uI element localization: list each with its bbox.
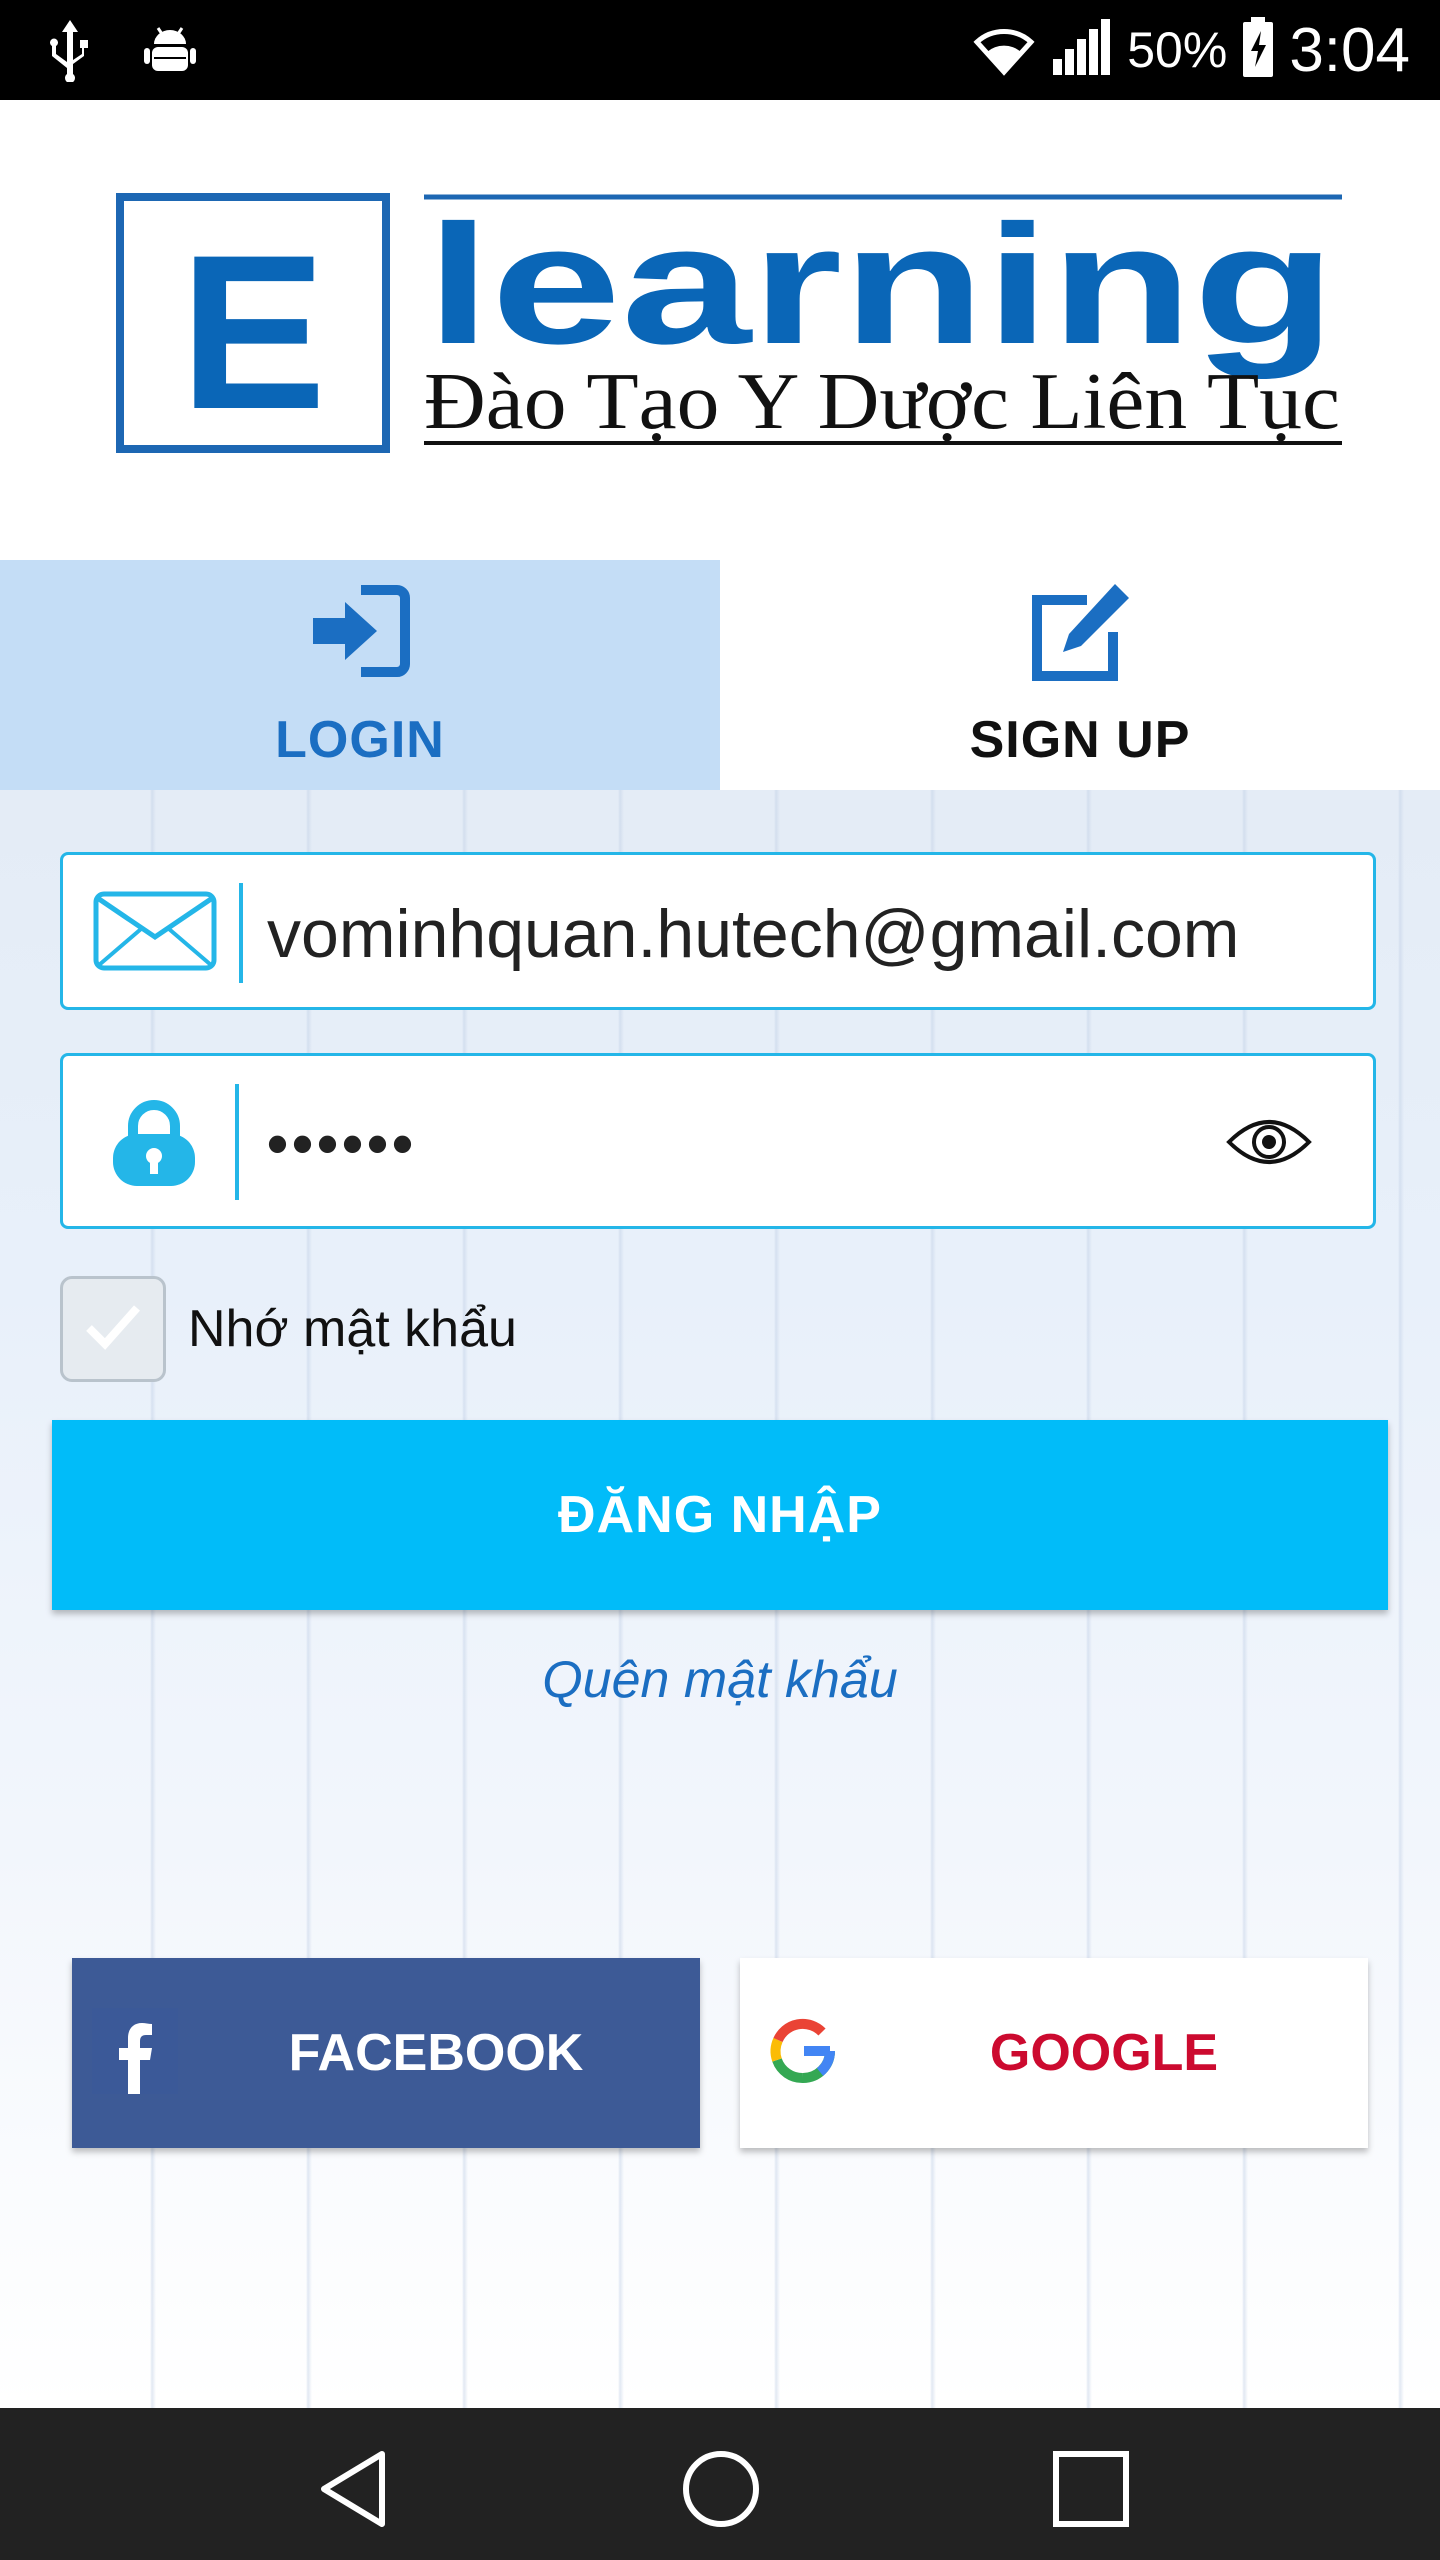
logo-letter: E — [180, 209, 327, 455]
nav-bar — [0, 2408, 1440, 2560]
email-field — [60, 852, 1376, 1010]
remember-label: Nhớ mật khẩu — [188, 1300, 517, 1358]
signal-icon — [1051, 18, 1113, 82]
usb-icon — [48, 18, 92, 87]
android-debug-icon — [140, 20, 200, 85]
remember-row: Nhớ mật khẩu — [60, 1274, 517, 1384]
edit-icon — [1025, 578, 1135, 688]
lock-icon — [109, 1098, 199, 1193]
email-input[interactable] — [265, 883, 1349, 985]
email-divider — [239, 883, 243, 983]
login-button[interactable]: ĐĂNG NHẬP — [52, 1420, 1388, 1610]
auth-tabs: LOGIN SIGN UP — [0, 560, 1440, 790]
envelope-icon — [93, 891, 217, 976]
clock: 3:04 — [1289, 15, 1410, 85]
logo-word: learning — [426, 193, 1336, 380]
google-icon — [760, 2008, 846, 2094]
home-icon[interactable] — [676, 2444, 766, 2534]
forgot-password-link[interactable]: Quên mật khẩu — [0, 1650, 1440, 1710]
password-input[interactable] — [265, 1092, 1229, 1194]
facebook-label: FACEBOOK — [288, 2024, 584, 2082]
battery-icon — [1241, 16, 1275, 84]
status-right: 50% 3:04 — [971, 10, 1410, 90]
elearning-logo: E learning Đào Tạo Y Dược Liên Tục — [116, 190, 1346, 563]
check-icon — [83, 1302, 143, 1357]
wifi-icon — [971, 20, 1037, 81]
header: E learning Đào Tạo Y Dược Liên Tục — [0, 100, 1440, 560]
back-icon[interactable] — [312, 2444, 402, 2534]
status-bar: 50% 3:04 — [0, 0, 1440, 100]
recents-icon[interactable] — [1046, 2444, 1136, 2534]
logo-tagline: Đào Tạo Y Dược Liên Tục — [424, 358, 1340, 446]
login-icon — [305, 578, 415, 688]
facebook-button[interactable]: FACEBOOK — [72, 1958, 700, 2148]
password-field — [60, 1053, 1376, 1229]
facebook-icon — [92, 2008, 178, 2094]
google-label: GOOGLE — [989, 2024, 1219, 2082]
tab-login-label: LOGIN — [275, 711, 445, 769]
battery-percent: 50% — [1127, 22, 1228, 78]
status-left-icons — [48, 18, 200, 87]
eye-icon[interactable] — [1225, 1114, 1313, 1175]
tab-login[interactable]: LOGIN — [0, 560, 720, 790]
google-button[interactable]: GOOGLE — [740, 1958, 1368, 2148]
password-divider — [235, 1084, 239, 1200]
tab-signup-label: SIGN UP — [969, 711, 1191, 769]
tab-signup[interactable]: SIGN UP — [720, 560, 1440, 790]
remember-checkbox[interactable] — [60, 1276, 166, 1382]
